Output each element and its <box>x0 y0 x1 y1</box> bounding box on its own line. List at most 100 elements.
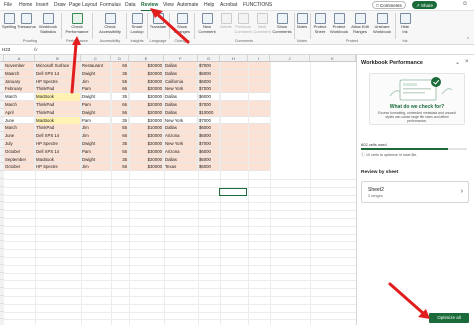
cell-a[interactable]: March <box>4 101 35 109</box>
column-header-d[interactable]: D <box>111 55 129 62</box>
cell-a[interactable]: June <box>4 116 35 125</box>
tab-file[interactable]: File <box>4 2 12 8</box>
cell-c[interactable]: Pam <box>81 147 111 156</box>
row-header[interactable] <box>0 280 4 289</box>
cell-e[interactable]: $20000 <box>129 85 164 94</box>
cell-a[interactable]: October <box>4 163 35 172</box>
row-header[interactable] <box>0 249 4 257</box>
row-header[interactable] <box>0 218 4 226</box>
row-header[interactable] <box>0 241 4 250</box>
comments-button[interactable]: □ Comments <box>372 1 406 9</box>
hide-ink-button[interactable]: Hide Ink <box>398 13 412 34</box>
cell-g[interactable]: $6000 <box>198 147 220 156</box>
cell-d[interactable]: 35 <box>111 140 129 148</box>
cell-d[interactable]: 66 <box>111 132 129 140</box>
row-header[interactable] <box>0 296 4 304</box>
tab-home[interactable]: Home <box>19 2 32 8</box>
sheet-card-sheet2[interactable]: Sheet2 2 ranges › <box>361 181 469 203</box>
column-header-c[interactable]: C <box>81 55 111 62</box>
cell-g[interactable]: $6000 <box>198 69 220 78</box>
column-header-g[interactable]: G <box>198 55 220 62</box>
protect-workbook-button[interactable]: Protect Workbook <box>329 13 349 34</box>
cell-b[interactable]: HP Spectre <box>35 163 81 172</box>
cell-f[interactable]: New York <box>164 85 198 94</box>
cell-d[interactable]: 35 <box>111 93 129 101</box>
cell-g[interactable]: $7000 <box>198 85 220 94</box>
cell-b[interactable]: HP Spectre <box>35 140 81 148</box>
close-icon[interactable]: × <box>465 59 469 65</box>
cell-d[interactable]: 66 <box>111 62 129 70</box>
cell-b[interactable]: ThinkPad <box>35 124 81 133</box>
selected-cell[interactable] <box>219 188 247 196</box>
row-header[interactable] <box>0 210 4 218</box>
cell-f[interactable]: Dallas <box>164 62 198 70</box>
column-header-j[interactable]: J <box>270 55 310 62</box>
cell-a[interactable]: April <box>4 108 35 117</box>
check-performance-button[interactable]: Check Performance <box>64 13 90 34</box>
tab-acrobat[interactable]: Acrobat <box>220 2 237 8</box>
tab-automate[interactable]: Automate <box>177 2 198 8</box>
row-header[interactable] <box>0 288 4 296</box>
tab-functions[interactable]: FUNCTIONS <box>243 2 272 8</box>
cell-e[interactable]: $20000 <box>129 140 164 148</box>
notes-button[interactable]: Notes <box>296 13 308 30</box>
cell-b[interactable]: ThinkPad <box>35 101 81 109</box>
cell-a[interactable]: March <box>4 124 35 133</box>
cell-c[interactable]: Dwight <box>81 155 111 164</box>
worksheet[interactable]: A B C D E F G H I J K November Microsoft … <box>0 55 356 325</box>
cell-c[interactable]: Dwight <box>81 93 111 101</box>
show-changes-button[interactable]: Show Changes <box>172 13 192 34</box>
unshare-workbook-button[interactable]: Unshare Workbook <box>371 13 393 34</box>
cell-c[interactable]: Dwight <box>81 108 111 117</box>
cell-g[interactable]: $10000 <box>198 108 220 117</box>
cell-c[interactable]: Dwight <box>81 69 111 78</box>
cell-g[interactable]: $6000 <box>198 163 220 172</box>
smiley-icon[interactable]: ☺ <box>462 1 468 7</box>
cell-b[interactable]: Dell XPS 14 <box>35 132 81 140</box>
cell-e[interactable]: $20000 <box>129 93 164 101</box>
cell-g[interactable]: $7000 <box>198 101 220 109</box>
cell-g[interactable]: $7000 <box>198 140 220 148</box>
cell-f[interactable]: Arizona <box>164 132 198 140</box>
column-header-b[interactable]: B <box>35 55 81 62</box>
cell-b[interactable]: Dell XPS 14 <box>35 69 81 78</box>
cell-e[interactable]: $20000 <box>129 69 164 78</box>
tab-review[interactable]: Review <box>141 2 159 11</box>
cell-g[interactable]: $6000 <box>198 124 220 133</box>
workbook-statistics-button[interactable]: Workbook Statistics <box>37 13 59 34</box>
cell-a[interactable]: September <box>4 155 35 164</box>
tab-insert[interactable]: Insert <box>36 2 49 8</box>
column-header-a[interactable]: A <box>4 55 35 62</box>
tab-formulas[interactable]: Formulas <box>100 2 121 8</box>
cell-f[interactable]: Dallas <box>164 93 198 101</box>
translate-button[interactable]: Translate <box>149 13 167 30</box>
cell-f[interactable]: New York <box>164 140 198 148</box>
delete-comment-button[interactable]: Delete <box>219 13 233 30</box>
cell-e[interactable]: $30000 <box>129 147 164 156</box>
cell-c[interactable]: Pam <box>81 85 111 94</box>
name-box[interactable]: H23 <box>2 46 30 53</box>
cell-g[interactable]: $7000 <box>198 62 220 70</box>
row-header[interactable] <box>0 319 4 325</box>
cell-e[interactable]: $20000 <box>129 155 164 164</box>
row-header[interactable] <box>0 186 4 195</box>
tab-data[interactable]: Data <box>125 2 136 8</box>
collapse-ribbon-icon[interactable]: ⌃ <box>466 37 470 43</box>
cell-b[interactable]: MacBook <box>35 93 81 101</box>
row-header[interactable] <box>0 257 4 265</box>
cell-d[interactable]: 35 <box>111 69 129 78</box>
cell-g[interactable]: $6000 <box>198 77 220 86</box>
fx-icon[interactable]: fx <box>34 46 38 53</box>
cell-a[interactable]: Maarch <box>4 69 35 78</box>
row-header[interactable] <box>0 311 4 320</box>
cell-b[interactable]: MacBook <box>35 116 81 125</box>
cell-a[interactable]: February <box>4 85 35 94</box>
cell-a[interactable]: January <box>4 77 35 86</box>
row-header[interactable] <box>0 264 4 273</box>
cell-f[interactable]: New York <box>164 116 198 125</box>
cell-f[interactable]: Dallas <box>164 155 198 164</box>
previous-comment-button[interactable]: Previous Comment <box>234 13 252 34</box>
row-header[interactable] <box>0 303 4 312</box>
cell-c[interactable]: Jim <box>81 77 111 86</box>
cell-b[interactable]: HP Spectre <box>35 77 81 86</box>
